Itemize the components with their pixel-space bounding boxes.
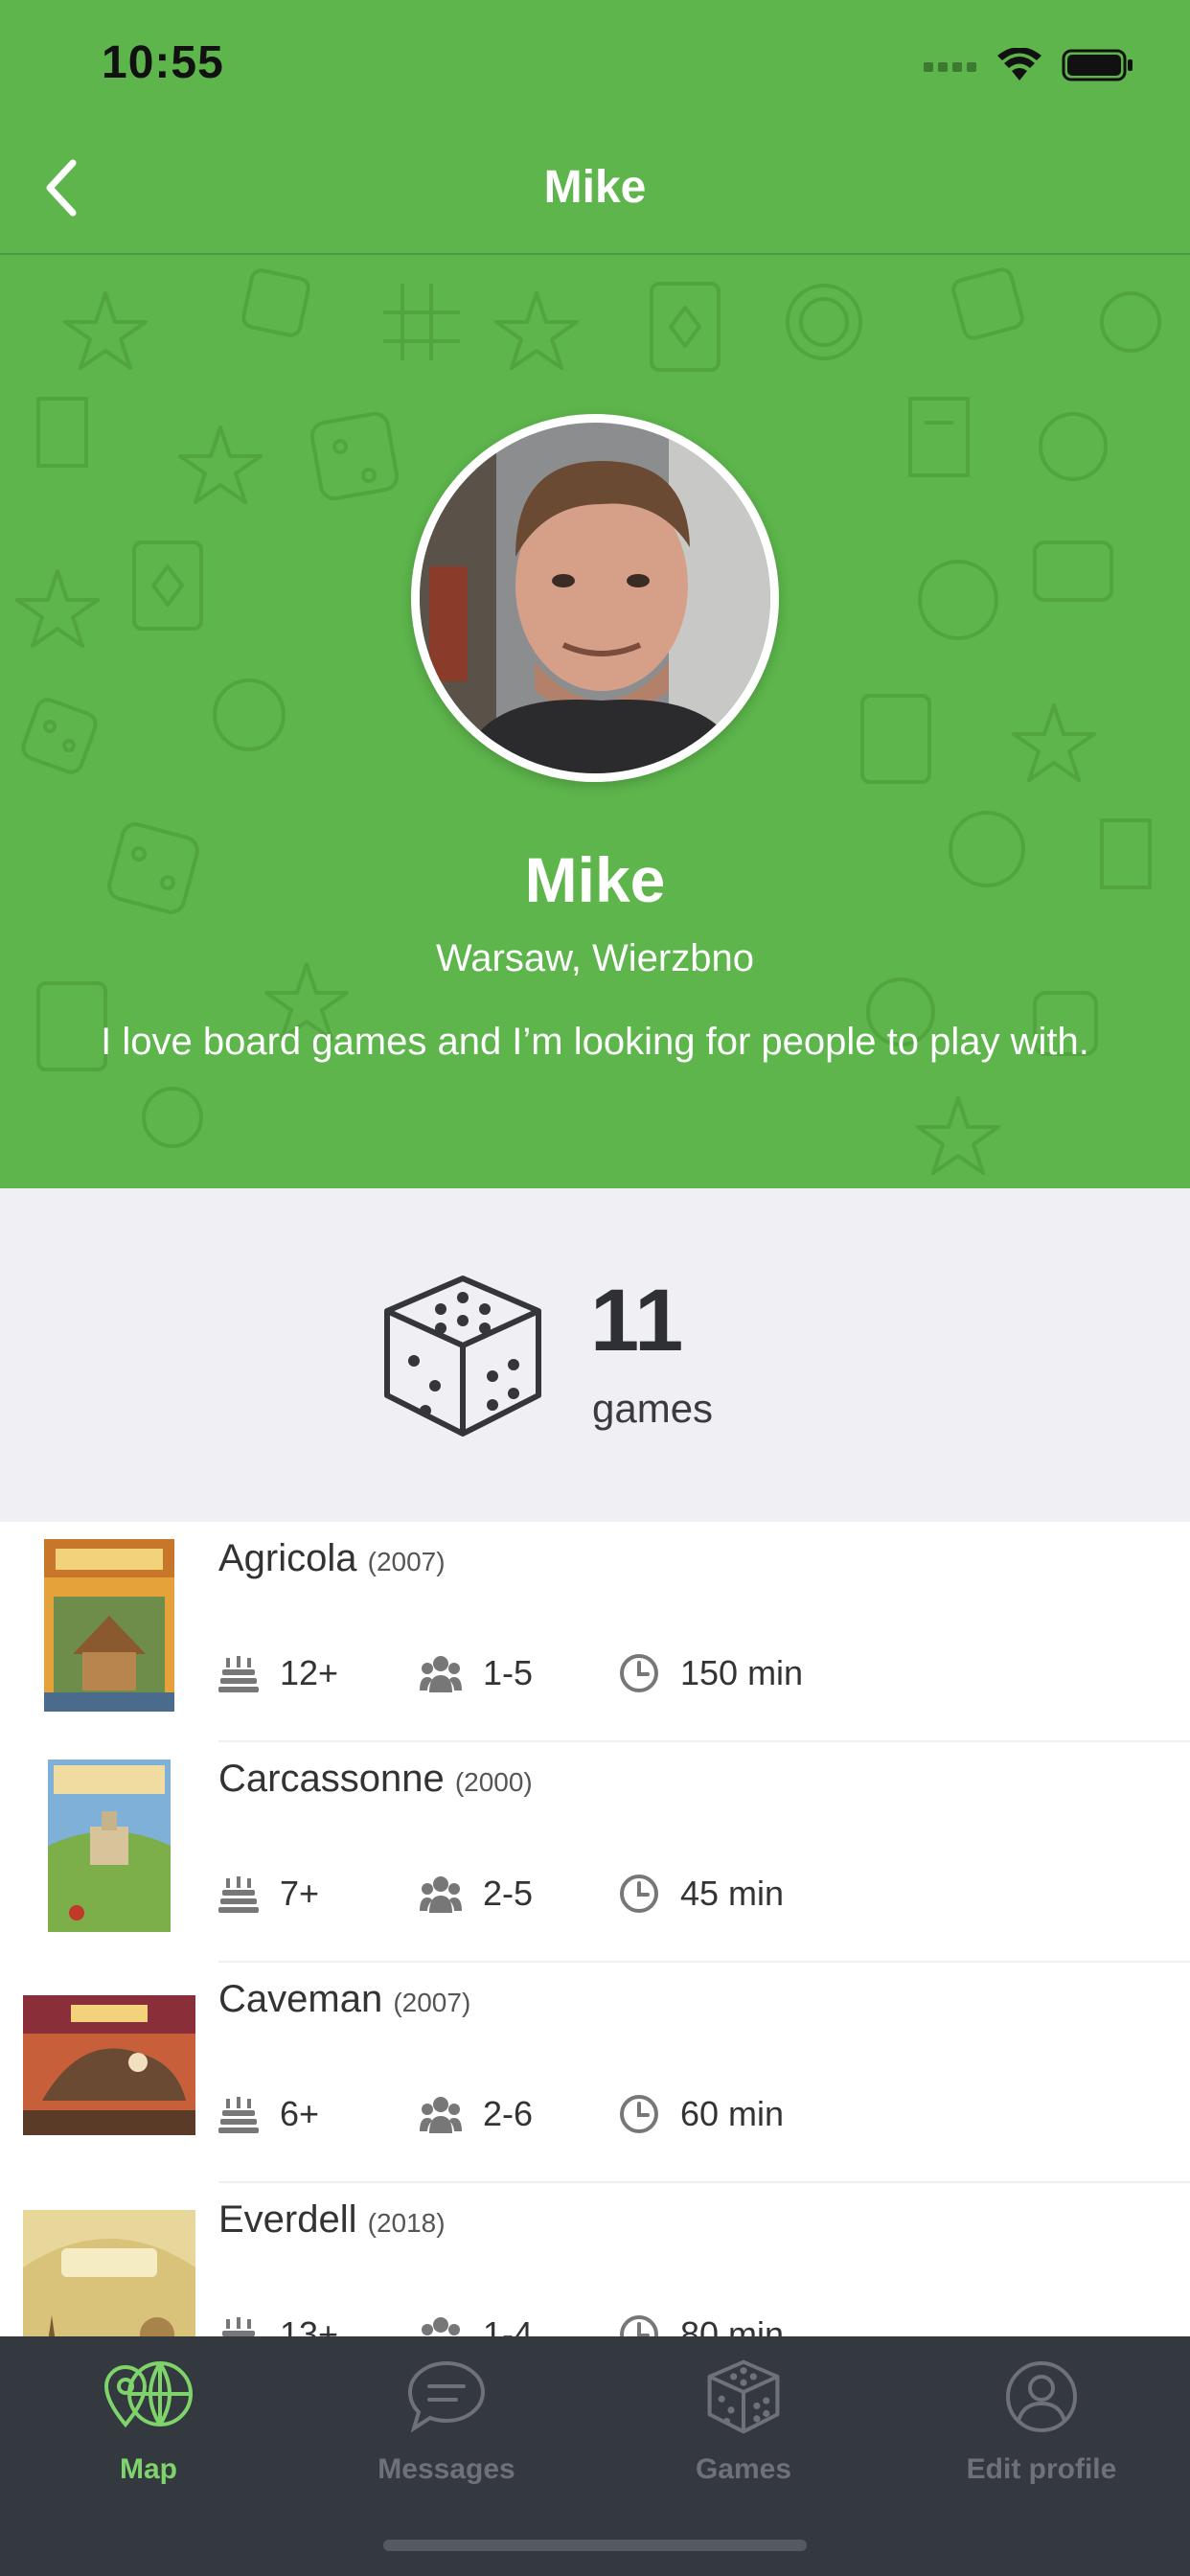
game-players-value: 1-4: [483, 2314, 534, 2336]
battery-icon: [1062, 49, 1133, 81]
user-circle-icon: [1006, 2361, 1077, 2432]
tab-map[interactable]: Map: [0, 2336, 297, 2499]
map-pin-globe-icon: [103, 2361, 193, 2428]
cake-icon: [222, 2317, 255, 2336]
tab-messages[interactable]: Messages: [298, 2336, 595, 2499]
dice-icon: [707, 2359, 780, 2434]
tab-label: Edit profile: [966, 2453, 1117, 2485]
players-icon: [420, 2097, 462, 2133]
cake-icon: [218, 1876, 259, 1913]
game-time: 45 min: [619, 1871, 784, 1917]
game-players: 2-6: [420, 2091, 533, 2137]
players-icon: [422, 2317, 460, 2335]
game-row-caveman[interactable]: Caveman (2007) 6+ 2-6 60 min: [0, 1963, 1190, 2183]
profile-location: Warsaw, Wierzbno: [436, 937, 754, 979]
players-icon: [420, 1876, 462, 1913]
dice-icon: [384, 1276, 541, 1437]
tab-label: Map: [120, 2453, 177, 2485]
game-age-value: 12+: [280, 1653, 339, 1692]
profile-header: 10:55 Mike Mike Warsaw, Wierzbno I love …: [0, 0, 1190, 1188]
game-row-agricola[interactable]: Agricola (2007) 12+ 1-5 150 min: [0, 1522, 1190, 1742]
game-cover-agricola: [44, 1539, 174, 1712]
nav-divider: [0, 253, 1190, 255]
game-time: 150 min: [619, 1650, 803, 1696]
game-time-value: 60 min: [680, 2094, 785, 2133]
game-name: Everdell: [218, 2198, 357, 2241]
game-time-value: 45 min: [680, 1874, 785, 1913]
game-players: 1-5: [420, 1650, 533, 1696]
game-age: 6+: [218, 2091, 319, 2137]
avatar: [411, 414, 779, 782]
game-title: Caveman (2007): [218, 1978, 470, 2021]
game-time-value: 150 min: [680, 1653, 804, 1692]
game-cover-everdell: [23, 2210, 195, 2336]
games-count: 11: [590, 1272, 684, 1369]
game-players: 2-5: [420, 1871, 533, 1917]
wifi-icon: [997, 48, 1041, 80]
game-title: Carcassonne (2000): [218, 1758, 533, 1801]
game-time: 60 min: [619, 2091, 784, 2137]
game-age: 12+: [218, 1650, 338, 1696]
game-time-value: 80 min: [680, 2314, 785, 2336]
cake-icon: [218, 2097, 259, 2133]
home-indicator[interactable]: [383, 2540, 807, 2551]
game-players: 1-4: [420, 2312, 533, 2336]
players-icon: [420, 1656, 462, 1692]
cake-icon: [218, 1656, 259, 1692]
clock-icon: [620, 1654, 658, 1692]
cellular-signal-icon: [924, 62, 976, 72]
game-players-value: 1-5: [483, 1653, 534, 1692]
game-players-value: 2-5: [483, 1874, 534, 1913]
games-count-label: games: [592, 1386, 714, 1431]
avatar-photo: [420, 423, 770, 773]
profile-name: Mike: [524, 844, 666, 915]
tab-label: Games: [695, 2453, 792, 2485]
game-age: 13+: [218, 2312, 338, 2336]
game-players-value: 2-6: [483, 2094, 534, 2133]
status-time: 10:55: [102, 37, 224, 88]
profile-bio: I love board games and I’m looking for p…: [101, 1021, 1089, 1063]
game-year: (2007): [393, 1988, 471, 2017]
game-year: (2018): [367, 2208, 446, 2238]
game-year: (2000): [454, 1767, 533, 1797]
game-cover-carcassonne: [48, 1760, 171, 1932]
clock-icon: [620, 2315, 658, 2336]
tab-edit-profile[interactable]: Edit profile: [893, 2336, 1190, 2499]
game-age-value: 13+: [280, 2314, 339, 2336]
games-count-section: 11 games: [0, 1188, 1190, 1522]
chat-bubble-icon: [407, 2360, 486, 2432]
game-name: Carcassonne: [218, 1758, 445, 1800]
game-cover-caveman: [23, 1995, 195, 2135]
game-title: Everdell (2018): [218, 2198, 446, 2242]
game-age-value: 7+: [280, 1874, 320, 1913]
game-name: Agricola: [218, 1537, 357, 1579]
game-age-value: 6+: [280, 2094, 320, 2133]
game-age: 7+: [218, 1871, 319, 1917]
game-title: Agricola (2007): [218, 1537, 446, 1580]
clock-icon: [620, 2095, 658, 2133]
game-row-everdell[interactable]: Everdell (2018) 13+ 1-4 80 min: [0, 2183, 1190, 2336]
tab-games[interactable]: Games: [595, 2336, 892, 2499]
games-list[interactable]: Agricola (2007) 12+ 1-5 150 min Carcasso…: [0, 1522, 1190, 2336]
tab-label: Messages: [378, 2453, 515, 2485]
game-name: Caveman: [218, 1978, 383, 2020]
game-time: 80 min: [619, 2312, 784, 2336]
game-row-carcassonne[interactable]: Carcassonne (2000) 7+ 2-5 45 min: [0, 1742, 1190, 1963]
status-indicators: [924, 46, 1134, 84]
nav-title: Mike: [543, 162, 647, 213]
game-year: (2007): [367, 1547, 446, 1576]
clock-icon: [620, 1874, 658, 1913]
